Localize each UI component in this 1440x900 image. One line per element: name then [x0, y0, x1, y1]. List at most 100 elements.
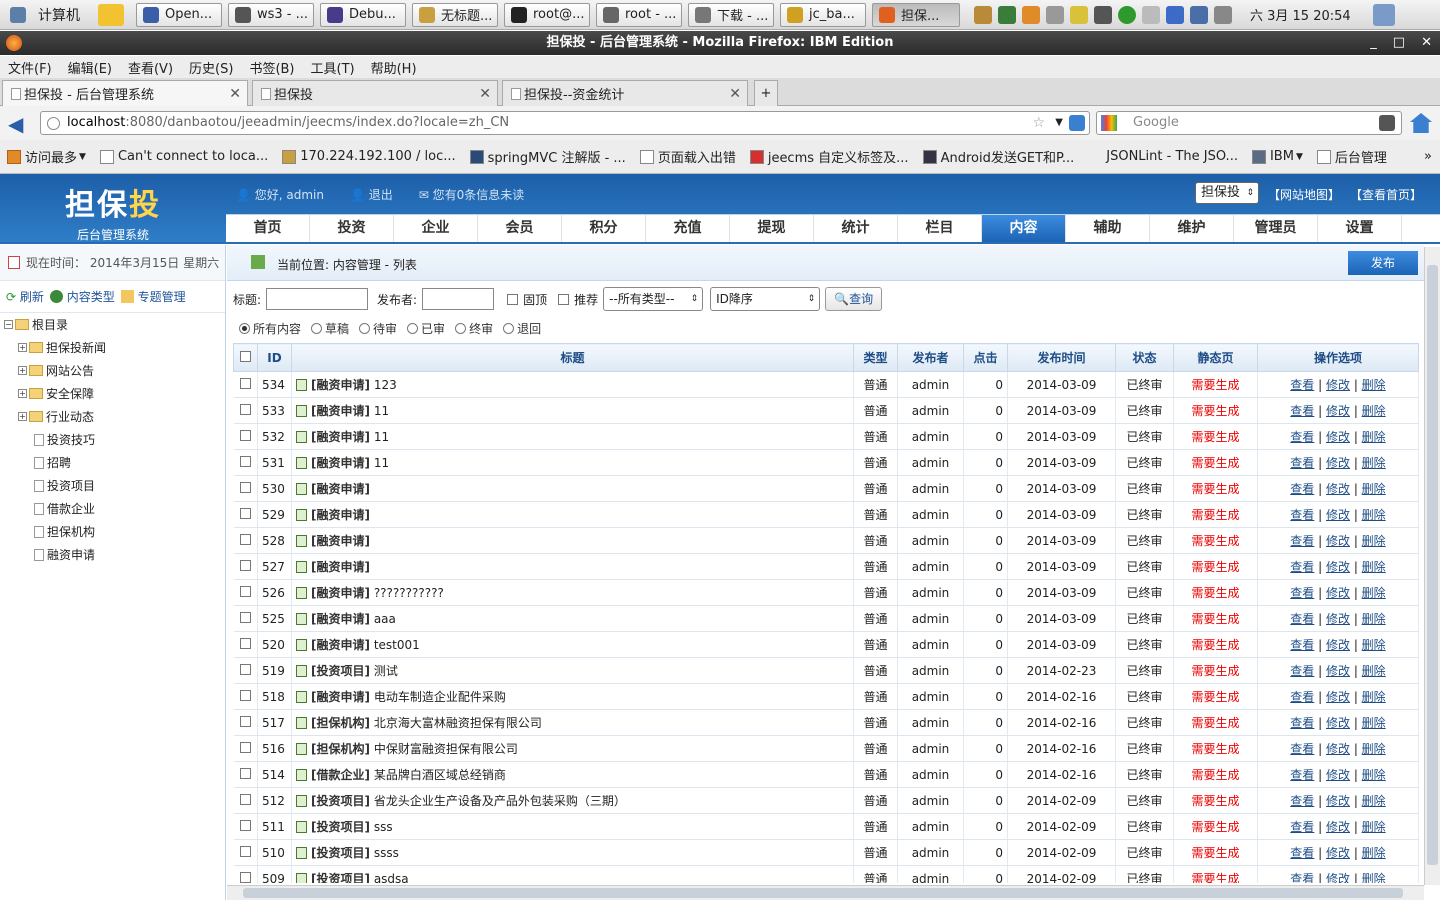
close-tab-icon[interactable]: ✕ [479, 86, 491, 102]
expand-icon[interactable]: + [18, 389, 27, 398]
notes-icon[interactable] [98, 3, 124, 26]
type-select[interactable]: --所有类型-- ⇕ [603, 287, 704, 311]
col-static[interactable]: 静态页 [1173, 343, 1258, 372]
radio-icon[interactable] [455, 323, 467, 334]
expand-icon[interactable]: + [18, 343, 27, 352]
edit-link[interactable]: 修改 [1326, 716, 1350, 730]
minimize-icon[interactable]: _ [1370, 31, 1377, 55]
bookmark-item[interactable]: 后台管理 [1310, 147, 1394, 166]
clock[interactable]: 六 3月 15 20:54 [1250, 5, 1351, 24]
horizontal-scrollbar[interactable] [227, 885, 1424, 900]
refresh-button[interactable]: ⟳ 刷新 [6, 288, 44, 305]
table-row[interactable]: 525 [融资申请] aaa 普通 admin 0 2014-03-09 已终审 需要生成 查看… [233, 605, 1419, 632]
view-link[interactable]: 查看 [1290, 794, 1314, 808]
row-title[interactable]: [融资申请] [291, 475, 854, 502]
table-row[interactable]: 526 [融资申请] ??????????? 普通 admin 0 2014-03-09 已… [233, 579, 1419, 606]
edit-link[interactable]: 修改 [1326, 690, 1350, 704]
order-select[interactable]: ID降序 ⇕ [710, 287, 821, 311]
view-link[interactable]: 查看 [1290, 430, 1314, 444]
radio-icon[interactable] [239, 323, 250, 334]
delete-link[interactable]: 删除 [1362, 794, 1386, 808]
row-title-text[interactable]: test001 [374, 638, 420, 652]
row-checkbox[interactable] [239, 663, 251, 675]
row-title[interactable]: [投资项目] sss [291, 813, 854, 840]
more-bookmarks-icon[interactable]: » [1424, 149, 1440, 164]
row-title[interactable]: [融资申请] [291, 553, 854, 580]
table-row[interactable]: 533 [融资申请] 11 普通 admin 0 2014-03-09 已终审 需要生成 查看 … [233, 397, 1419, 424]
col-title[interactable]: 标题 [291, 343, 854, 372]
nav-item[interactable]: 统计 [814, 215, 898, 242]
taskbar-task[interactable]: root@... [504, 2, 590, 27]
url-bar[interactable]: localhost:8080/danbaotou/jeeadmin/jeecms… [40, 111, 1090, 135]
row-title[interactable]: [借款企业] 某品牌白酒区域总经销商 [291, 761, 854, 788]
table-row[interactable]: 527 [融资申请] 普通 admin 0 2014-03-09 已终审 需要生成 查看 | … [233, 553, 1419, 580]
status-radio[interactable]: 待审 [359, 320, 397, 337]
reload-icon[interactable] [1069, 115, 1085, 131]
menu-bookmarks[interactable]: 书签(B) [241, 58, 302, 77]
nav-item[interactable]: 设置 [1318, 215, 1402, 242]
row-title-text[interactable]: 测试 [374, 664, 398, 678]
row-title[interactable]: [融资申请] 11 [291, 449, 854, 476]
row-checkbox[interactable] [239, 377, 251, 389]
content-type-button[interactable]: 内容类型 [49, 288, 115, 305]
row-checkbox[interactable] [239, 507, 251, 519]
close-icon[interactable]: ✕ [1421, 31, 1432, 55]
bookmark-item[interactable]: Android发送GET和P... [916, 147, 1082, 166]
taskbar-task[interactable]: 下载 - ... [688, 2, 774, 27]
recommend-checkbox[interactable] [558, 293, 570, 305]
row-title[interactable]: [投资项目] ssss [291, 839, 854, 866]
delete-link[interactable]: 删除 [1362, 846, 1386, 860]
row-title[interactable]: [投资项目] 测试 [291, 657, 854, 684]
site-select[interactable]: 担保投 ⇕ [1195, 182, 1259, 204]
row-title-text[interactable]: sss [374, 820, 393, 834]
row-title[interactable]: [融资申请] aaa [291, 605, 854, 632]
edit-link[interactable]: 修改 [1326, 456, 1350, 470]
tree-leaf[interactable]: 担保机构 [4, 520, 225, 543]
col-publisher[interactable]: 发布者 [897, 343, 964, 372]
radio-icon[interactable] [407, 323, 419, 334]
edit-link[interactable]: 修改 [1326, 482, 1350, 496]
close-tab-icon[interactable]: ✕ [229, 86, 241, 102]
bookmark-item[interactable]: springMVC 注解版 - ... [463, 147, 633, 166]
nav-item[interactable]: 管理员 [1234, 215, 1318, 242]
row-title[interactable]: [融资申请] [291, 527, 854, 554]
row-title-text[interactable]: ??????????? [374, 586, 444, 600]
nav-item[interactable]: 会员 [478, 215, 562, 242]
delete-link[interactable]: 删除 [1362, 742, 1386, 756]
row-checkbox[interactable] [239, 559, 251, 571]
row-checkbox[interactable] [239, 533, 251, 545]
taskbar-task[interactable]: ws3 - ... [228, 2, 314, 27]
row-title[interactable]: [融资申请] 123 [291, 371, 854, 398]
row-title[interactable]: [投资项目] 省龙头企业生产设备及产品外包装采购（三期） [291, 787, 854, 814]
row-title[interactable]: [融资申请] 电动车制造企业配件采购 [291, 683, 854, 710]
menu-edit[interactable]: 编辑(E) [60, 58, 120, 77]
table-row[interactable]: 529 [融资申请] 普通 admin 0 2014-03-09 已终审 需要生成 查看 | … [233, 501, 1419, 528]
bookmark-item[interactable]: jeecms 自定义标签及... [743, 147, 916, 166]
search-input[interactable]: Google [1096, 111, 1402, 135]
row-checkbox[interactable] [239, 689, 251, 701]
tree-folder[interactable]: + 网站公告 [4, 359, 225, 382]
view-link[interactable]: 查看 [1290, 378, 1314, 392]
scroll-thumb[interactable] [1427, 265, 1438, 865]
col-status[interactable]: 状态 [1115, 343, 1174, 372]
sitemap-link[interactable]: 【网站地图】 [1268, 186, 1340, 203]
edit-link[interactable]: 修改 [1326, 404, 1350, 418]
row-title[interactable]: [担保机构] 中保财富融资担保有限公司 [291, 735, 854, 762]
nav-item[interactable]: 提现 [730, 215, 814, 242]
logout-link[interactable]: 👤 退出 [350, 186, 393, 203]
menu-help[interactable]: 帮助(H) [363, 58, 425, 77]
select-all-header[interactable] [233, 343, 258, 372]
edit-link[interactable]: 修改 [1326, 664, 1350, 678]
col-id[interactable]: ID [257, 343, 292, 372]
nav-item[interactable]: 充值 [646, 215, 730, 242]
delete-link[interactable]: 删除 [1362, 664, 1386, 678]
taskbar-task[interactable]: jc_ba... [780, 2, 866, 27]
table-row[interactable]: 518 [融资申请] 电动车制造企业配件采购 普通 admin 0 2014-02-16 已… [233, 683, 1419, 710]
row-checkbox[interactable] [239, 429, 251, 441]
computer-menu[interactable]: 计算机 [0, 0, 90, 30]
volume-icon[interactable] [1142, 5, 1160, 24]
nav-item[interactable]: 辅助 [1066, 215, 1150, 242]
table-row[interactable]: 519 [投资项目] 测试 普通 admin 0 2014-02-23 已终审 需要生成 查看 … [233, 657, 1419, 684]
row-title-text[interactable]: 123 [374, 378, 397, 392]
row-title-text[interactable]: 11 [374, 456, 389, 470]
